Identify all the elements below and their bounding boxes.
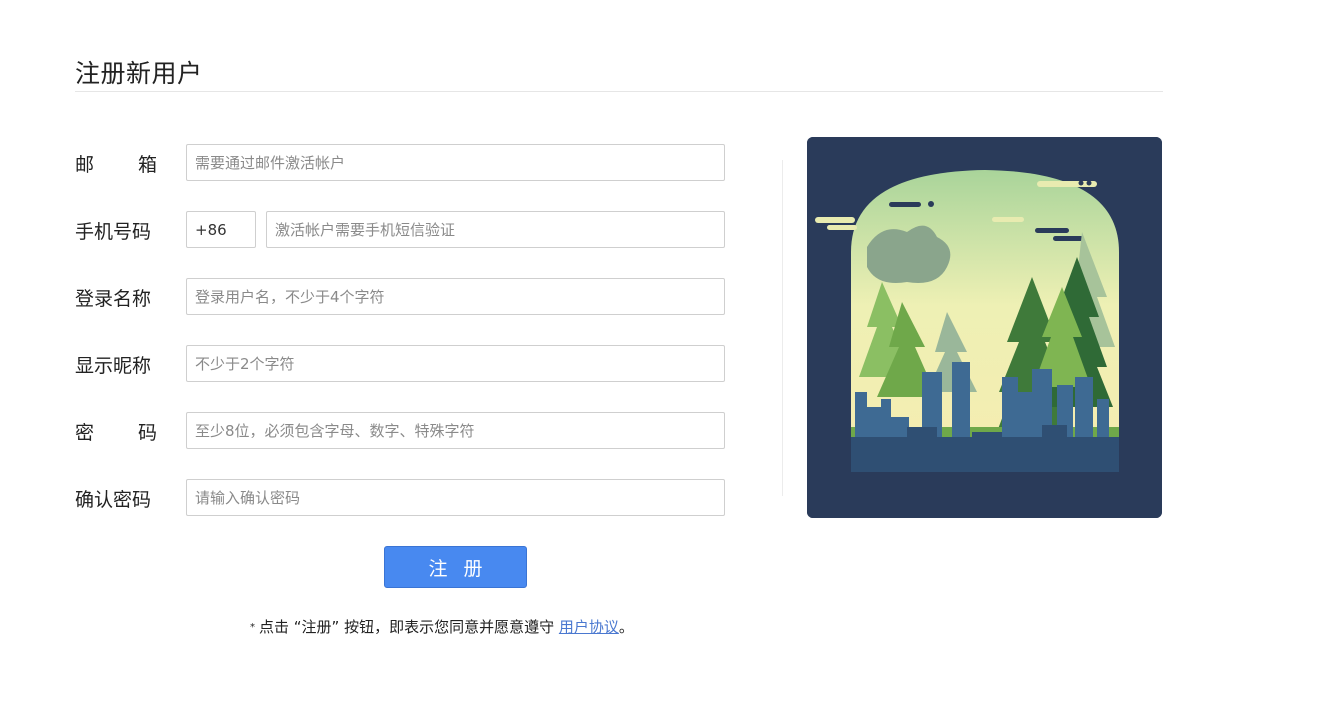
phone-label: 手机号码: [75, 221, 152, 243]
password-field[interactable]: [186, 412, 725, 449]
email-row: 邮 箱: [75, 144, 725, 182]
confirm-password-field[interactable]: [186, 479, 725, 516]
agreement-text: 点击 “注册” 按钮，即表示您同意并愿意遵守: [259, 618, 555, 636]
email-label: 邮 箱: [75, 150, 157, 177]
password-label-char-2: 码: [137, 422, 157, 444]
email-field[interactable]: [186, 144, 725, 181]
forest-scene-image: [807, 137, 1162, 518]
country-code-field[interactable]: [186, 211, 256, 248]
display-name-row: 显示昵称: [75, 345, 725, 383]
email-label-char-2: 箱: [137, 154, 157, 176]
forest-illustration: [807, 137, 1162, 518]
confirm-password-label: 确认密码: [75, 489, 152, 511]
page-title: 注册新用户: [75, 59, 203, 88]
email-label-char-1: 邮: [75, 154, 95, 176]
agreement-end: 。: [618, 618, 634, 636]
phone-field[interactable]: [266, 211, 725, 248]
agreement-notice: * 点击 “注册” 按钮，即表示您同意并愿意遵守 用户协议。: [250, 616, 634, 637]
register-button[interactable]: 注册: [384, 546, 527, 588]
phone-row: 手机号码: [75, 211, 725, 249]
user-agreement-link[interactable]: 用户协议: [559, 618, 619, 636]
login-name-row: 登录名称: [75, 278, 725, 316]
password-label-char-1: 密: [75, 422, 95, 444]
password-row: 密 码: [75, 412, 725, 450]
display-name-label: 显示昵称: [75, 355, 152, 377]
vertical-divider: [782, 160, 783, 496]
title-divider: [75, 91, 1163, 92]
asterisk: *: [250, 622, 255, 633]
login-name-field[interactable]: [186, 278, 725, 315]
password-label: 密 码: [75, 418, 157, 445]
display-name-field[interactable]: [186, 345, 725, 382]
login-name-label: 登录名称: [75, 288, 152, 310]
confirm-password-row: 确认密码: [75, 479, 725, 517]
